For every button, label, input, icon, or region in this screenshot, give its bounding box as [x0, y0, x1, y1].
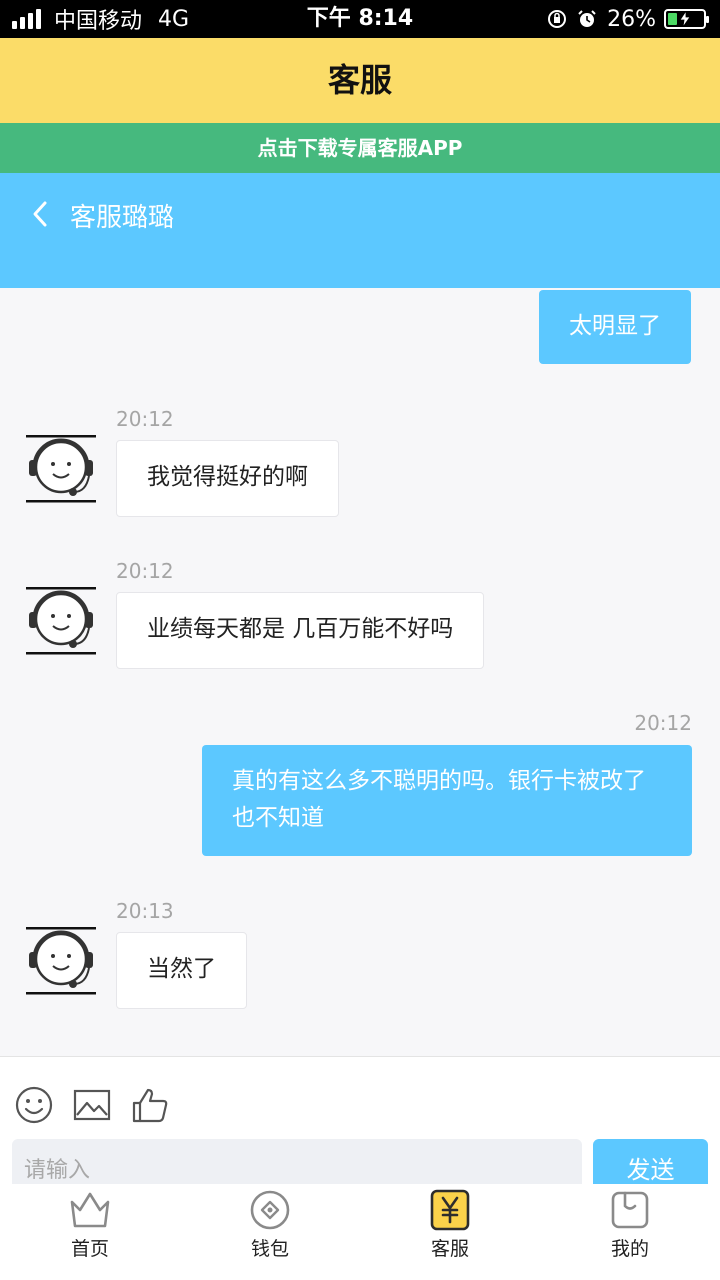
coin-icon [250, 1190, 290, 1230]
tab-label: 我的 [610, 1238, 649, 1260]
profile-icon [611, 1191, 649, 1229]
message-bubble-outgoing: 真的有这么多不聪明的吗。银行卡被改了也不知道 [202, 745, 692, 856]
tab-label: 客服 [430, 1238, 469, 1260]
emoji-icon[interactable] [14, 1085, 54, 1125]
yuan-icon [430, 1189, 470, 1231]
battery-percent: 26% [607, 6, 656, 32]
message-bubble-outgoing: 太明显了 [539, 290, 691, 364]
agent-avatar-icon [26, 927, 96, 995]
message-bubble-incoming: 业绩每天都是 几百万能不好吗 [116, 592, 485, 669]
crown-icon [70, 1192, 110, 1228]
tab-service[interactable]: 客服 [360, 1184, 540, 1280]
tab-label: 首页 [70, 1238, 109, 1260]
chat-header: 客服璐璐 [0, 173, 720, 288]
composer: 发送 [0, 1056, 720, 1185]
tab-bar: 首页 钱包 客服 我的 [0, 1184, 720, 1280]
tab-home[interactable]: 首页 [0, 1184, 180, 1280]
message-timestamp: 20:13 [116, 899, 174, 923]
status-right: 26% [537, 0, 709, 38]
agent-avatar-icon [26, 587, 96, 655]
send-button[interactable]: 发送 [593, 1139, 708, 1185]
message-timestamp: 20:12 [116, 559, 174, 583]
tab-label: 钱包 [250, 1238, 289, 1260]
agent-name: 客服璐璐 [70, 203, 175, 233]
message-bubble-incoming: 我觉得挺好的啊 [116, 440, 339, 517]
message-bubble-incoming: 当然了 [116, 932, 247, 1009]
status-bar: 中国移动 4G 下午 8:14 26% [0, 0, 720, 38]
thumbs-up-icon[interactable] [130, 1085, 170, 1125]
tab-wallet[interactable]: 钱包 [180, 1184, 360, 1280]
page-title: 客服 [0, 38, 720, 123]
alarm-icon [578, 10, 596, 27]
back-arrow-icon[interactable] [30, 199, 50, 229]
message-timestamp: 20:12 [116, 407, 174, 431]
rotation-lock-icon [548, 10, 567, 28]
message-timestamp: 20:12 [634, 711, 692, 735]
message-input[interactable] [12, 1139, 582, 1185]
battery-icon [664, 9, 709, 29]
image-icon[interactable] [72, 1085, 112, 1125]
download-app-banner[interactable]: 点击下载专属客服APP [0, 123, 720, 173]
agent-avatar-icon [26, 435, 96, 503]
message-list[interactable]: 太明显了 20:12 我觉得挺好的啊 20:12 业绩每天都是 几百万能不好吗 … [0, 288, 720, 1056]
tab-profile[interactable]: 我的 [540, 1184, 720, 1280]
